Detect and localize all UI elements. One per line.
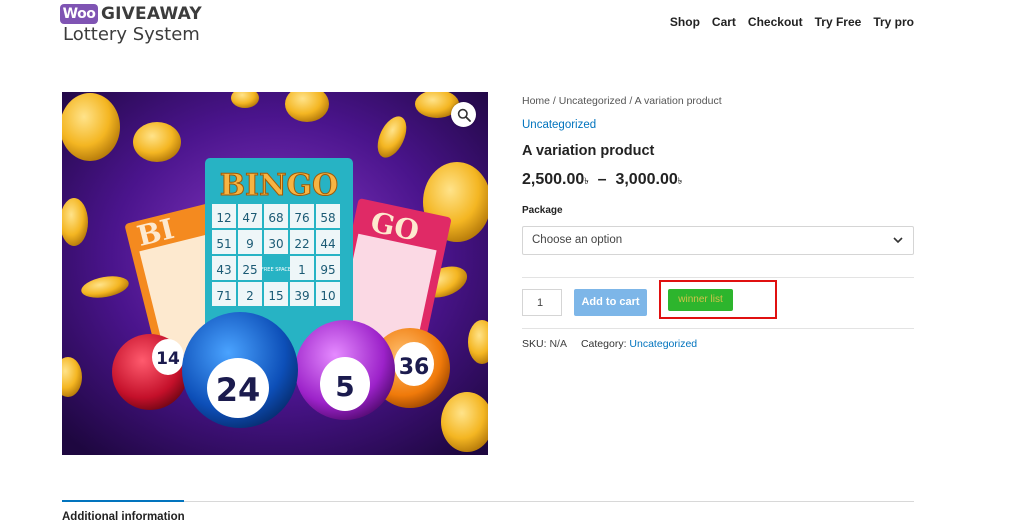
quantity-input[interactable]: 1 <box>522 289 562 316</box>
bingo-number: 51 <box>216 237 231 251</box>
zoom-button[interactable] <box>451 102 476 127</box>
price-range: 2,500.00৳ – 3,000.00৳ <box>522 171 682 189</box>
ball-24: 24 <box>182 312 298 428</box>
site-logo[interactable]: Woo GIVEAWAY Lottery System <box>60 4 210 45</box>
bingo-number: 44 <box>320 237 335 251</box>
select-value: Choose an option <box>532 234 623 246</box>
bingo-number: 1 <box>298 263 306 277</box>
bingo-number: 10 <box>320 289 335 303</box>
svg-text:14: 14 <box>156 349 180 369</box>
bingo-number: 25 <box>242 263 257 277</box>
nav-shop[interactable]: Shop <box>670 15 700 29</box>
winner-list-button[interactable]: winner list <box>668 289 733 311</box>
category-label: Category: <box>580 338 627 350</box>
nav-try-pro[interactable]: Try pro <box>873 15 914 29</box>
breadcrumb[interactable]: Home / Uncategorized / A variation produ… <box>522 95 722 107</box>
price-high: 3,000.00 <box>615 171 678 188</box>
package-select[interactable]: Choose an option <box>522 226 914 255</box>
logo-title: GIVEAWAY <box>101 4 202 24</box>
bingo-number: FREE SPACE <box>261 267 291 273</box>
bingo-number: 15 <box>268 289 283 303</box>
main-nav: Shop Cart Checkout Try Free Try pro <box>658 15 914 29</box>
product-image[interactable]: BI GO BINGO 12 47 68 76 58 51 9 30 22 44 43 25 FREE … <box>62 92 488 455</box>
svg-text:24: 24 <box>216 371 261 409</box>
nav-checkout[interactable]: Checkout <box>748 15 803 29</box>
nav-cart[interactable]: Cart <box>712 15 736 29</box>
bingo-number: 68 <box>268 211 283 225</box>
product-title: A variation product <box>522 143 655 159</box>
logo-badge: Woo <box>60 4 98 24</box>
bingo-number: 30 <box>268 237 283 251</box>
package-label: Package <box>522 205 563 216</box>
bingo-number: 58 <box>320 211 335 225</box>
sku-value: N/A <box>549 338 567 350</box>
category-link[interactable]: Uncategorized <box>522 119 596 131</box>
price-low: 2,500.00 <box>522 171 585 188</box>
currency-symbol: ৳ <box>584 176 589 186</box>
category-value-link[interactable]: Uncategorized <box>629 338 697 350</box>
bingo-number: 47 <box>242 211 257 225</box>
bingo-number: 12 <box>216 211 231 225</box>
price-separator: – <box>597 171 607 188</box>
bingo-number: 43 <box>216 263 231 277</box>
add-to-cart-button[interactable]: Add to cart <box>574 289 647 316</box>
bingo-number: 76 <box>294 211 309 225</box>
logo-subtitle: Lottery System <box>63 24 200 45</box>
divider <box>522 328 914 329</box>
bingo-number: 71 <box>216 289 231 303</box>
active-tab-indicator <box>62 500 184 502</box>
bingo-number: 22 <box>294 237 309 251</box>
ball-5: 5 <box>295 320 395 420</box>
bingo-title: BINGO <box>220 168 339 203</box>
sku-label: SKU: <box>522 338 547 350</box>
svg-text:36: 36 <box>399 355 430 380</box>
bingo-number: 2 <box>246 289 254 303</box>
currency-symbol: ৳ <box>677 176 683 186</box>
bingo-number: 39 <box>294 289 309 303</box>
ball-14: 14 <box>112 334 188 410</box>
nav-try-free[interactable]: Try Free <box>815 15 862 29</box>
product-meta: SKU: N/A Category: Uncategorized <box>522 338 697 350</box>
chevron-down-icon <box>893 237 903 244</box>
tabs-divider <box>62 501 914 502</box>
svg-text:5: 5 <box>335 370 354 403</box>
divider <box>522 277 914 278</box>
magnifier-icon <box>457 108 471 122</box>
bingo-number: 9 <box>246 237 254 251</box>
bingo-number: 95 <box>320 263 335 277</box>
tab-additional-information[interactable]: Additional information <box>62 511 185 523</box>
